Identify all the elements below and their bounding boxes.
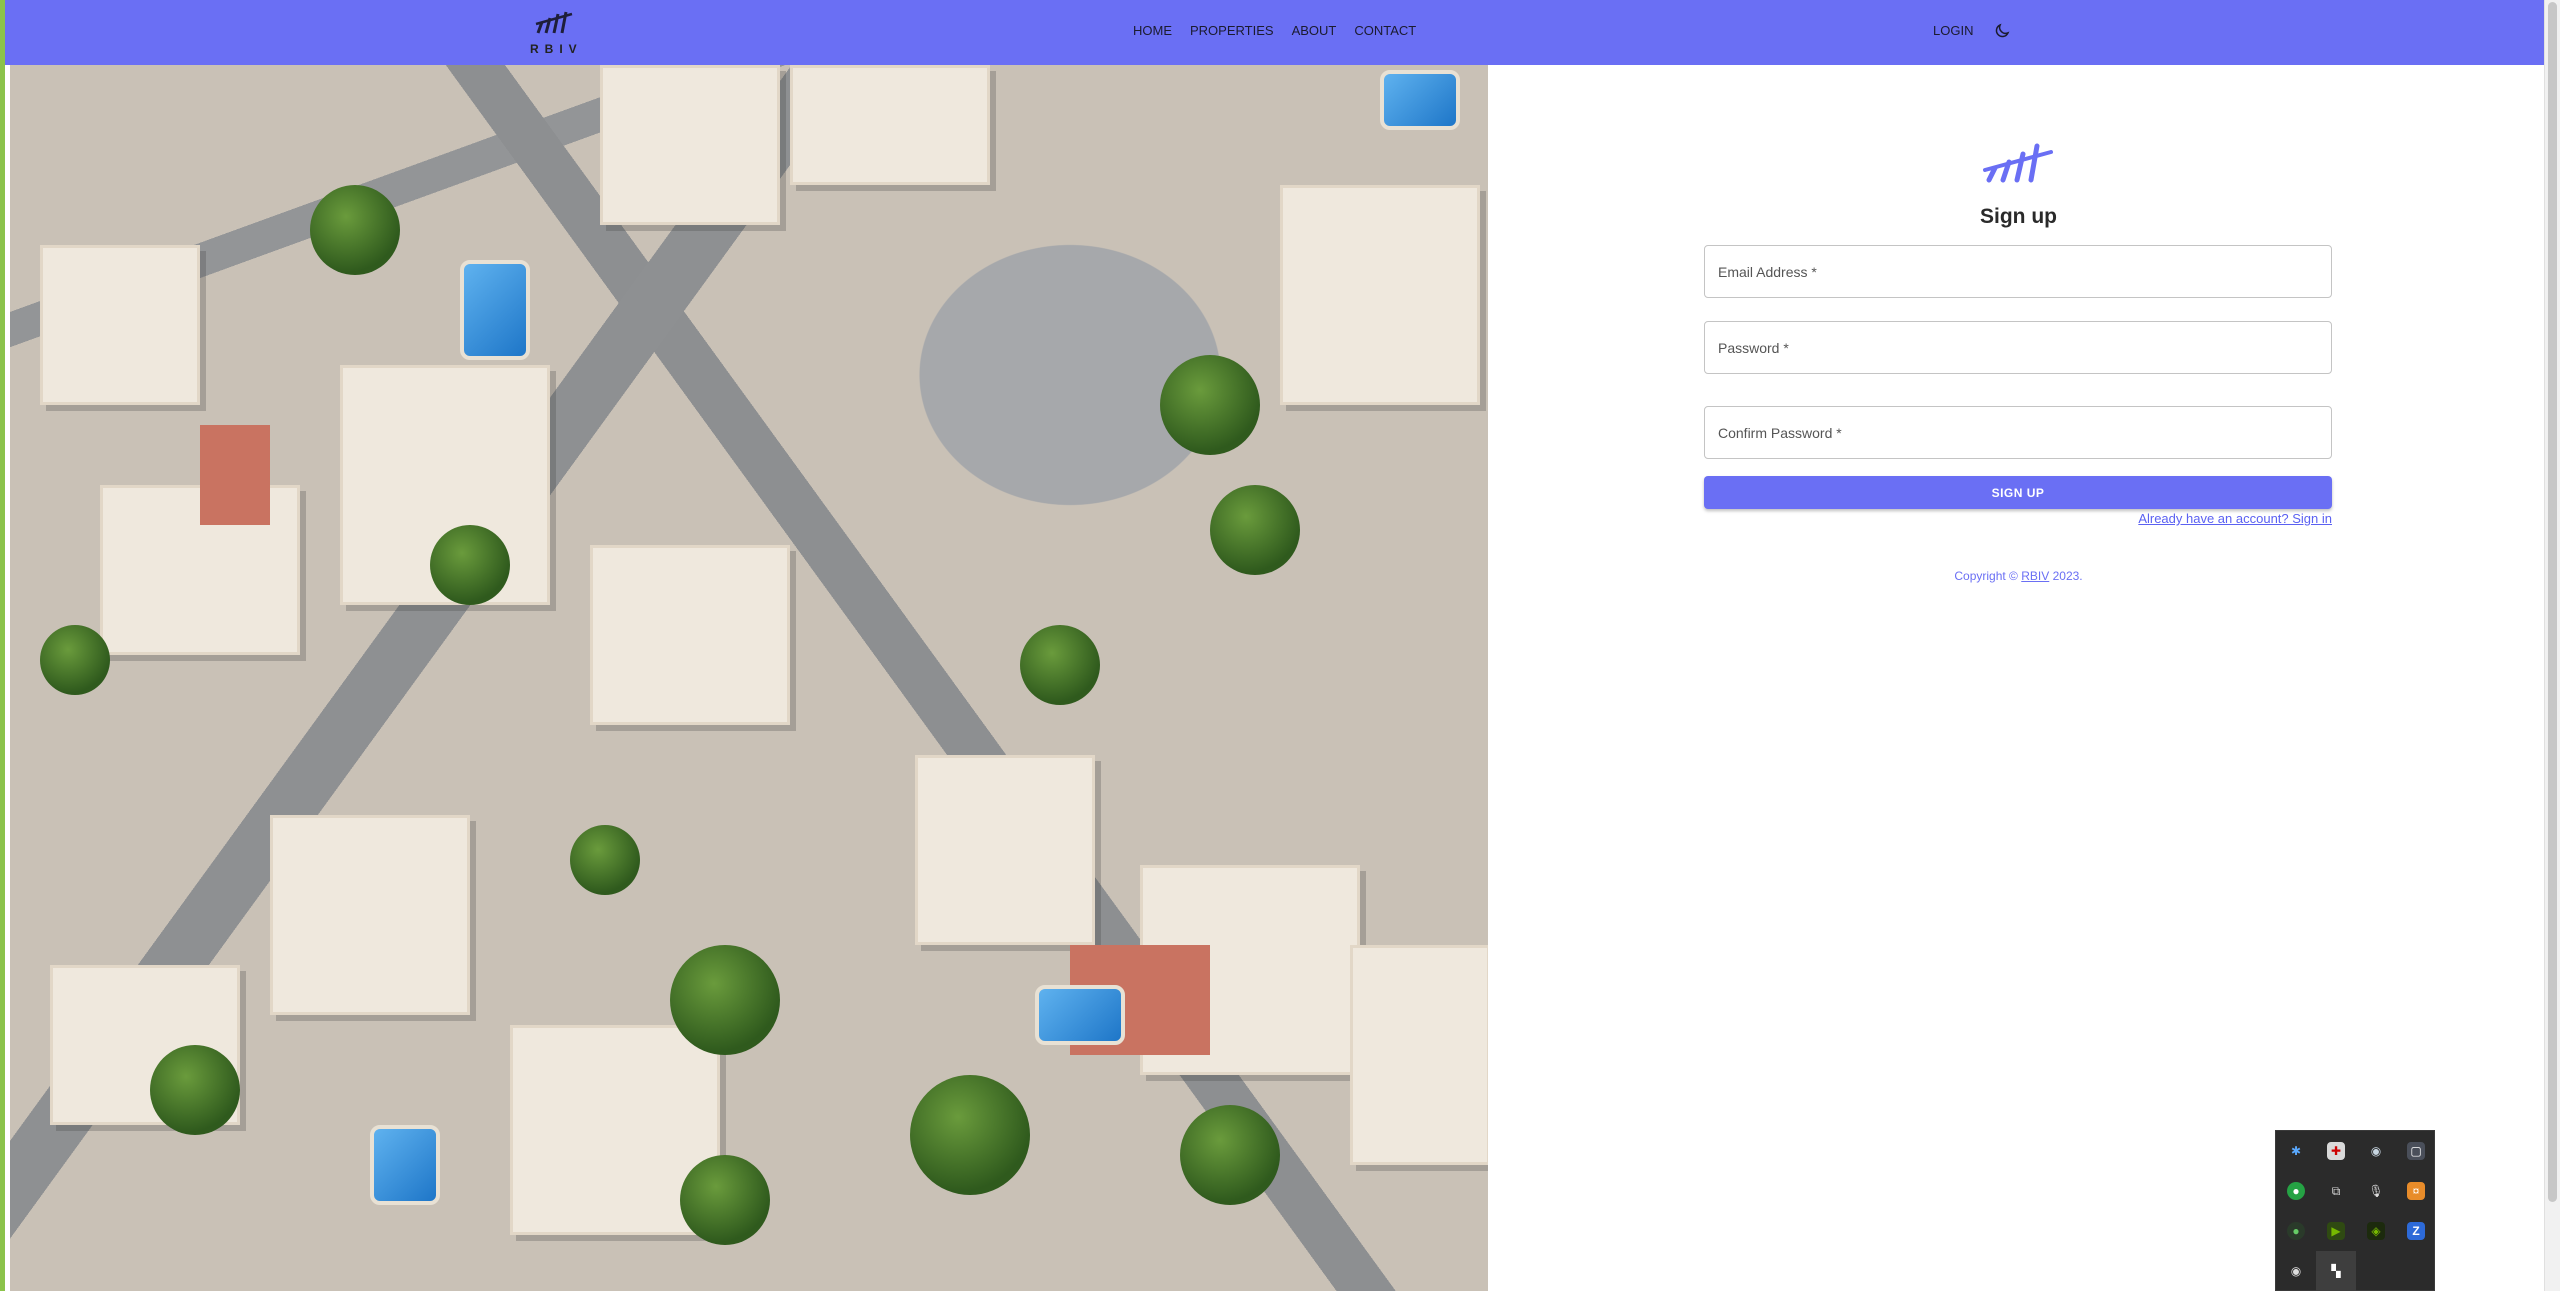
tree (1180, 1105, 1280, 1205)
scroll-thumb[interactable] (2548, 2, 2557, 1202)
copyright-prefix: Copyright © (1954, 569, 2018, 583)
nav-contact[interactable]: CONTACT (1354, 23, 1416, 38)
house-roof (1280, 185, 1480, 405)
app-icon[interactable]: ▢ (2396, 1131, 2436, 1171)
tree (670, 945, 780, 1055)
company-link[interactable]: RBIV (2021, 569, 2049, 583)
copy-icon[interactable]: ⧉ (2316, 1171, 2356, 1211)
confirm-password-input[interactable] (1705, 407, 2331, 458)
system-tray-overflow: ✱ ✚ ◉ ▢ ● ⧉ 🎙 ¤ ● ▶ ◈ Z ◉ ▚ (2275, 1130, 2435, 1291)
page-scrollbar[interactable] (2544, 0, 2560, 1291)
login-link[interactable]: LOGIN (1933, 23, 1973, 38)
swimming-pool (460, 260, 530, 360)
house-roof (915, 755, 1095, 945)
flag-icon[interactable]: ✚ (2316, 1131, 2356, 1171)
house-roof (40, 245, 200, 405)
tree (910, 1075, 1030, 1195)
swimming-pool (370, 1125, 440, 1205)
mic-icon[interactable]: 🎙 (2356, 1171, 2396, 1211)
bluetooth-icon[interactable]: ✱ (2276, 1131, 2316, 1171)
steam-icon[interactable]: ◉ (2356, 1131, 2396, 1171)
house-roof (1350, 945, 1488, 1165)
app-bar: RBIV HOME PROPERTIES ABOUT CONTACT LOGIN (5, 0, 2549, 65)
nvidia2-icon[interactable]: ◈ (2356, 1211, 2396, 1251)
nav-properties[interactable]: PROPERTIES (1190, 23, 1274, 38)
nav-about[interactable]: ABOUT (1292, 23, 1337, 38)
email-input[interactable] (1705, 246, 2331, 297)
moon-icon[interactable] (1993, 22, 2011, 40)
page-title: Sign up (1980, 205, 2057, 228)
sign-in-link[interactable]: Already have an account? Sign in (2138, 511, 2332, 526)
grid-icon[interactable]: ▚ (2316, 1251, 2356, 1291)
sign-up-button[interactable]: SIGN UP (1704, 476, 2332, 509)
aerial-neighborhood-image (10, 65, 1488, 1291)
brand-chart-icon (1983, 143, 2053, 183)
main-nav: HOME PROPERTIES ABOUT CONTACT (1133, 23, 1416, 38)
email-field (1704, 245, 2332, 298)
password-field (1704, 321, 2332, 374)
tree (570, 825, 640, 895)
copyright: Copyright © RBIV 2023. (1488, 569, 2549, 583)
password-input[interactable] (1705, 322, 2331, 373)
swimming-pool (1035, 985, 1125, 1045)
greenapp-icon[interactable]: ● (2276, 1171, 2316, 1211)
house-roof (600, 65, 780, 225)
brand-logo[interactable]: RBIV (530, 8, 580, 58)
brand-name: RBIV (530, 42, 583, 56)
tree (150, 1045, 240, 1135)
nav-home[interactable]: HOME (1133, 23, 1172, 38)
window-frame: RBIV HOME PROPERTIES ABOUT CONTACT LOGIN (0, 0, 2560, 1291)
house-roof (790, 65, 990, 185)
tree (310, 185, 400, 275)
tree (430, 525, 510, 605)
brand-chart-icon (535, 11, 573, 34)
red-roof (200, 425, 270, 525)
tree (1210, 485, 1300, 575)
zapp-icon[interactable]: Z (2396, 1211, 2436, 1251)
record-icon[interactable]: ◉ (2276, 1251, 2316, 1291)
tree (680, 1155, 770, 1245)
house-roof (590, 545, 790, 725)
tree (40, 625, 110, 695)
house-roof (270, 815, 470, 1015)
tree (1160, 355, 1260, 455)
nvidia-icon[interactable]: ▶ (2316, 1211, 2356, 1251)
tree (1020, 625, 1100, 705)
confirm-password-field (1704, 406, 2332, 459)
gaming-icon[interactable]: ● (2276, 1211, 2316, 1251)
orangeapp-icon[interactable]: ¤ (2396, 1171, 2436, 1211)
copyright-year: 2023. (2052, 569, 2083, 583)
swimming-pool (1380, 70, 1460, 130)
signup-panel: Sign up SIGN UP Already have an account?… (1488, 65, 2549, 1291)
